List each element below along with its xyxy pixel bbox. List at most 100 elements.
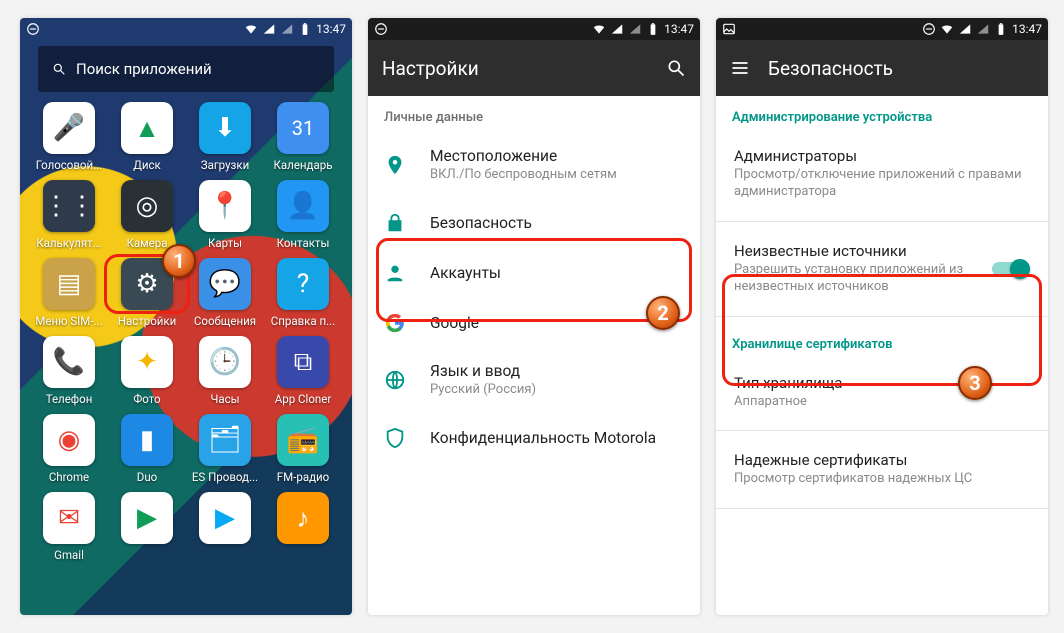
settings-appbar: Настройки	[368, 40, 700, 96]
app-Меню SIM-...[interactable]: ▤ Меню SIM-...	[30, 258, 108, 328]
app-label: Диск	[133, 158, 161, 172]
step-badge-3: 3	[958, 366, 992, 400]
shield-icon	[384, 427, 406, 449]
app-Настройки[interactable]: ⚙Настройки1	[108, 258, 186, 328]
security-title: Безопасность	[768, 57, 893, 80]
row-title: Надежные сертификаты	[734, 451, 1030, 469]
wifi-icon	[244, 22, 258, 36]
row-sub: Русский (Россия)	[430, 382, 684, 399]
wifi-icon	[940, 22, 954, 36]
app-Диск[interactable]: ▲ Диск	[108, 102, 186, 172]
app-App Cloner[interactable]: ⧉App Cloner	[264, 336, 342, 406]
app-icon: 31	[277, 102, 329, 154]
app-label: Меню SIM-...	[35, 314, 102, 328]
status-time: 13:47	[316, 22, 346, 36]
app-Сообщения[interactable]: 💬Сообщения	[186, 258, 264, 328]
app-Часы[interactable]: 🕒 Часы	[186, 336, 264, 406]
app-icon: ▤	[43, 258, 95, 310]
section-device-admin: Администрирование устройства	[716, 96, 1048, 133]
app-label: Duo	[137, 470, 157, 484]
row-title: Неизвестные источники	[734, 242, 968, 260]
app-icon: ▶	[199, 492, 251, 544]
search-icon	[52, 62, 66, 76]
app-Телефон[interactable]: 📞Телефон	[30, 336, 108, 406]
app-label: Загрузки	[201, 158, 249, 172]
app-icon: ?	[277, 258, 329, 310]
row-title: Администраторы	[734, 147, 1030, 165]
app-label: Фото	[133, 392, 160, 406]
app-icon: 🗂	[199, 414, 251, 466]
app-icon[interactable]: ▶	[108, 492, 186, 562]
app-FM-радио[interactable]: 📻 FM-радио	[264, 414, 342, 484]
app-icon: 🎤	[43, 102, 95, 154]
app-label: ES Провод...	[192, 470, 258, 484]
row-title: Язык и ввод	[430, 362, 684, 380]
app-Загрузки[interactable]: ⬇ Загрузки	[186, 102, 264, 172]
app-icon[interactable]: ▶	[186, 492, 264, 562]
app-label: Камера	[127, 236, 168, 250]
row-sub: Просмотр/отключение приложений с правами…	[734, 167, 1030, 201]
app-Камера[interactable]: ◎ Камера	[108, 180, 186, 250]
row-privacy-motorola[interactable]: Конфиденциальность Motorola	[368, 413, 700, 463]
app-Калькулят...[interactable]: ⋮⋮Калькулят...	[30, 180, 108, 250]
divider	[716, 508, 1048, 509]
app-label: Gmail	[54, 548, 84, 562]
app-Фото[interactable]: ✦ Фото	[108, 336, 186, 406]
app-icon: ✉	[43, 492, 95, 544]
app-label: Часы	[210, 392, 239, 406]
app-Карты[interactable]: 📍Карты	[186, 180, 264, 250]
row-language[interactable]: Язык и ввод Русский (Россия)	[368, 348, 700, 413]
divider	[716, 430, 1048, 431]
row-administrators[interactable]: Администраторы Просмотр/отключение прило…	[716, 133, 1048, 215]
row-title: Местоположение	[430, 147, 684, 165]
app-Chrome[interactable]: ◉Chrome	[30, 414, 108, 484]
app-label: FM-радио	[277, 470, 329, 484]
app-icon: ✦	[121, 336, 173, 388]
phone-app-drawer: 13:47 Поиск приложений 🎤Голосовой...▲ Дис…	[20, 18, 352, 615]
app-Gmail[interactable]: ✉ Gmail	[30, 492, 108, 562]
dnd-icon	[922, 22, 936, 36]
app-icon: 📻	[277, 414, 329, 466]
app-icon: ▶	[121, 492, 173, 544]
app-label: Справка п...	[271, 314, 335, 328]
status-time: 13:47	[664, 22, 694, 36]
phone-security: 13:47 Безопасность Администрирование уст…	[716, 18, 1048, 615]
app-icon: ♪	[277, 492, 329, 544]
highlight-security	[376, 238, 692, 322]
app-icon: 💬	[199, 258, 251, 310]
lock-icon	[384, 212, 406, 234]
app-ES Провод...[interactable]: 🗂 ES Провод...	[186, 414, 264, 484]
app-Справка п...[interactable]: ? Справка п...	[264, 258, 342, 328]
location-icon	[384, 154, 406, 176]
row-title: Безопасность	[430, 214, 684, 232]
highlight-unknown-sources	[722, 274, 1042, 386]
app-icon[interactable]: ♪	[264, 492, 342, 562]
step-badge-2: 2	[646, 296, 680, 330]
hamburger-icon[interactable]	[730, 58, 750, 78]
battery-icon	[646, 22, 660, 36]
app-icon: ⬇	[199, 102, 251, 154]
step-badge-1: 1	[162, 244, 196, 278]
app-label: Настройки	[118, 314, 177, 328]
app-icon: ▲	[121, 102, 173, 154]
app-icon: 🕒	[199, 336, 251, 388]
row-trusted-certs[interactable]: Надежные сертификаты Просмотр сертификат…	[716, 437, 1048, 502]
row-location[interactable]: Местоположение ВКЛ./По беспроводным сетя…	[368, 133, 700, 198]
app-icon: ◎	[121, 180, 173, 232]
status-time: 13:47	[1012, 22, 1042, 36]
app-icon: 📞	[43, 336, 95, 388]
status-bar: 13:47	[20, 18, 352, 40]
signal-icon	[958, 22, 972, 36]
app-Календарь[interactable]: 31Календарь	[264, 102, 342, 172]
settings-title: Настройки	[382, 57, 479, 80]
app-grid: 🎤Голосовой...▲ Диск ⬇ Загрузки 31Календарь ⋮⋮…	[20, 102, 352, 562]
signal2-icon	[280, 22, 294, 36]
divider	[716, 221, 1048, 222]
app-Голосовой...[interactable]: 🎤Голосовой...	[30, 102, 108, 172]
app-Контакты[interactable]: 👤Контакты	[264, 180, 342, 250]
app-search[interactable]: Поиск приложений	[38, 46, 334, 92]
app-Duo[interactable]: ▮Duo	[108, 414, 186, 484]
search-icon[interactable]	[666, 58, 686, 78]
app-icon: 📍	[199, 180, 251, 232]
section-personal: Личные данные	[368, 96, 700, 133]
